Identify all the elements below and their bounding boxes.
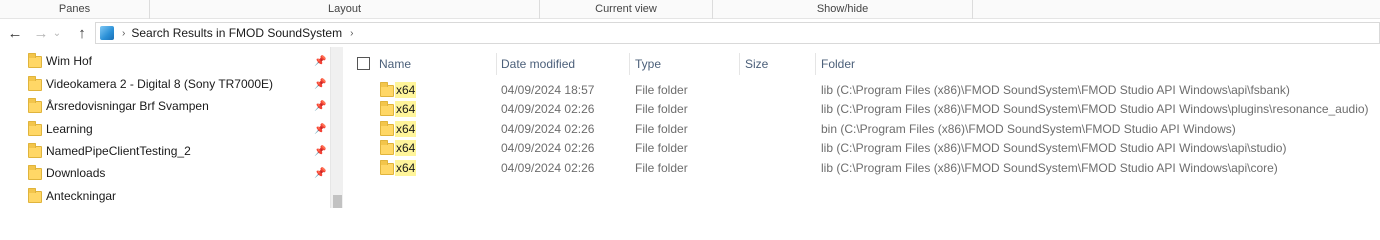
table-row[interactable]: x64 04/09/2024 18:57 File folder lib (C:… <box>343 80 1380 100</box>
folder-icon <box>380 160 394 175</box>
table-row[interactable]: x64 04/09/2024 02:26 File folder lib (C:… <box>343 158 1380 178</box>
date-modified: 04/09/2024 02:26 <box>501 161 595 175</box>
pin-icon[interactable]: 📌 <box>314 101 326 112</box>
pin-icon[interactable]: 📌 <box>314 146 326 157</box>
nav-item-wim-hof[interactable]: Wim Hof 📌 <box>0 50 330 72</box>
pin-icon[interactable]: 📌 <box>314 79 326 90</box>
select-all-checkbox[interactable] <box>357 57 370 70</box>
navigation-pane-scrollbar[interactable] <box>330 47 343 208</box>
table-row[interactable]: x64 04/09/2024 02:26 File folder lib (C:… <box>343 138 1380 158</box>
nav-item-anteckningar[interactable]: Anteckningar <box>0 185 330 207</box>
back-button[interactable]: ← <box>4 23 26 43</box>
nav-item-label: Årsredovisningar Brf Svampen <box>46 99 209 113</box>
folder-icon <box>28 143 42 158</box>
file-type: File folder <box>635 102 688 116</box>
folder-icon <box>28 165 42 180</box>
file-type: File folder <box>635 122 688 136</box>
folder-icon <box>28 121 42 136</box>
folder-icon <box>28 98 42 113</box>
nav-item-downloads[interactable]: Downloads 📌 <box>0 162 330 184</box>
recent-locations-button[interactable]: ⌄ <box>50 23 64 43</box>
date-modified: 04/09/2024 02:26 <box>501 122 595 136</box>
ribbon-group-show-hide: Show/hide <box>713 0 973 19</box>
forward-button[interactable]: → <box>30 23 52 43</box>
nav-item-arsredovisningar[interactable]: Årsredovisningar Brf Svampen 📌 <box>0 95 330 117</box>
file-name: x64 <box>395 101 417 117</box>
ribbon-group-current-view: Current view <box>540 0 713 19</box>
folder-icon <box>380 140 394 155</box>
date-modified: 04/09/2024 02:26 <box>501 141 595 155</box>
ribbon-group-bar: Panes Layout Current view Show/hide <box>0 0 1380 19</box>
table-row[interactable]: x64 04/09/2024 02:26 File folder bin (C:… <box>343 119 1380 139</box>
navigation-pane: Wim Hof 📌 Videokamera 2 - Digital 8 (Son… <box>0 47 343 208</box>
folder-path: lib (C:\Program Files (x86)\FMOD SoundSy… <box>821 83 1290 97</box>
ribbon-group-panes: Panes <box>0 0 150 19</box>
file-name: x64 <box>395 121 417 137</box>
up-button[interactable]: ↑ <box>71 23 93 43</box>
nav-item-videokamera[interactable]: Videokamera 2 - Digital 8 (Sony TR7000E)… <box>0 73 330 95</box>
chevron-down-icon: ⌄ <box>52 27 62 39</box>
file-name: x64 <box>395 82 417 98</box>
address-bar[interactable]: › Search Results in FMOD SoundSystem › <box>95 22 1380 44</box>
breadcrumb-separator-icon[interactable]: › <box>122 28 125 39</box>
folder-icon <box>28 53 42 68</box>
pin-icon[interactable]: 📌 <box>314 56 326 67</box>
file-name: x64 <box>395 140 417 156</box>
nav-item-label: NamedPipeClientTesting_2 <box>46 144 191 158</box>
file-type: File folder <box>635 161 688 175</box>
breadcrumb-search-results[interactable]: Search Results in FMOD SoundSystem <box>131 26 342 40</box>
nav-item-learning[interactable]: Learning 📌 <box>0 118 330 140</box>
column-header-type[interactable]: Type <box>629 53 739 75</box>
folder-icon <box>28 76 42 91</box>
ribbon-group-layout: Layout <box>150 0 540 19</box>
folder-path: lib (C:\Program Files (x86)\FMOD SoundSy… <box>821 161 1278 175</box>
nav-item-label: Videokamera 2 - Digital 8 (Sony TR7000E) <box>46 77 274 91</box>
search-results-icon <box>100 26 114 40</box>
folder-icon <box>380 121 394 136</box>
navigation-row: ← → ⌄ ↑ › Search Results in FMOD SoundSy… <box>0 19 1380 47</box>
column-header-folder[interactable]: Folder <box>815 53 1115 75</box>
up-arrow-icon: ↑ <box>78 24 86 42</box>
forward-arrow-icon: → <box>33 24 49 42</box>
table-row[interactable]: x64 04/09/2024 02:26 File folder lib (C:… <box>343 99 1380 119</box>
column-header-size[interactable]: Size <box>739 53 815 75</box>
folder-path: lib (C:\Program Files (x86)\FMOD SoundSy… <box>821 102 1369 116</box>
folder-icon <box>380 101 394 116</box>
nav-item-namedpipe[interactable]: NamedPipeClientTesting_2 📌 <box>0 140 330 162</box>
file-type: File folder <box>635 141 688 155</box>
folder-icon <box>380 82 394 97</box>
back-arrow-icon: ← <box>7 24 23 42</box>
nav-item-label: Anteckningar <box>46 189 117 203</box>
file-name: x64 <box>395 160 417 176</box>
date-modified: 04/09/2024 18:57 <box>501 83 595 97</box>
nav-item-label: Learning <box>46 122 93 136</box>
nav-item-label: Downloads <box>46 166 106 180</box>
file-type: File folder <box>635 83 688 97</box>
folder-icon <box>28 188 42 203</box>
pin-icon[interactable]: 📌 <box>314 168 326 179</box>
folder-path: bin (C:\Program Files (x86)\FMOD SoundSy… <box>821 122 1236 136</box>
date-modified: 04/09/2024 02:26 <box>501 102 595 116</box>
column-header-date-modified[interactable]: Date modified <box>495 53 629 75</box>
scrollbar-thumb[interactable] <box>333 195 342 208</box>
breadcrumb-chevron-icon[interactable]: › <box>350 28 353 39</box>
pin-icon[interactable]: 📌 <box>314 124 326 135</box>
folder-path: lib (C:\Program Files (x86)\FMOD SoundSy… <box>821 141 1287 155</box>
nav-item-label: Wim Hof <box>46 54 92 68</box>
file-list: Name Date modified Type Size Folder x64 … <box>343 47 1380 208</box>
column-header-name[interactable]: Name <box>373 53 497 75</box>
